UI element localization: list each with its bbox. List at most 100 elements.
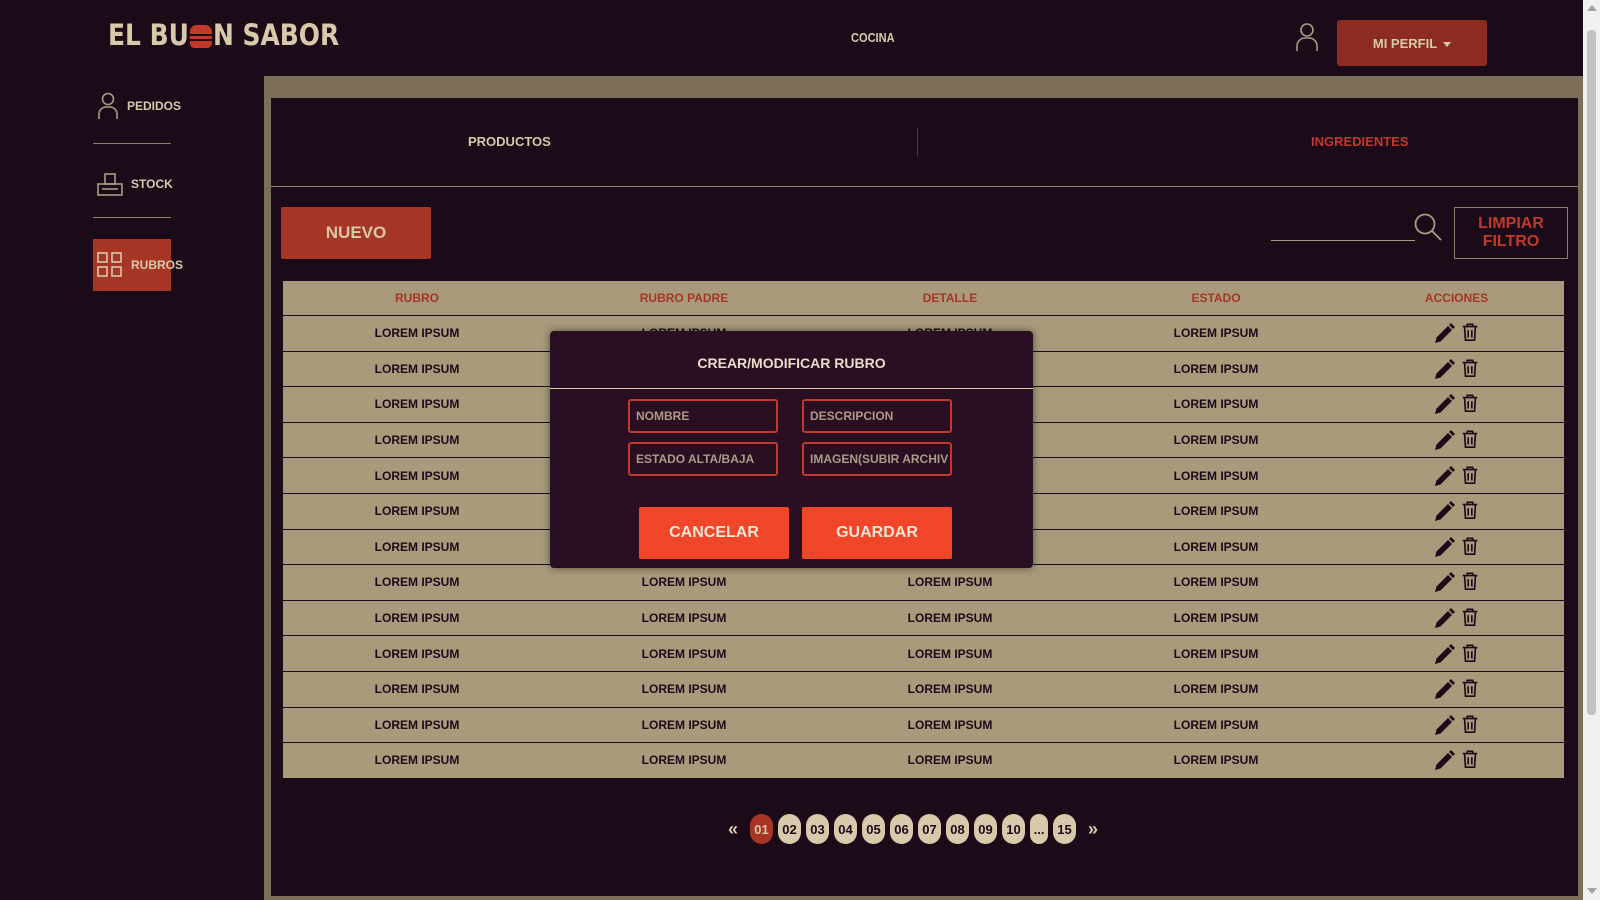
- new-button[interactable]: NUEVO: [281, 207, 431, 259]
- table-row[interactable]: LOREM IPSUM LOREM IPSUM LOREM IPSUM LOREM I…: [283, 743, 1564, 779]
- trash-icon[interactable]: [1460, 607, 1482, 629]
- sidebar-item-pedidos[interactable]: PEDIDOS: [93, 80, 181, 132]
- trash-icon[interactable]: [1460, 393, 1482, 415]
- page-button[interactable]: 09: [974, 814, 998, 844]
- trash-icon[interactable]: [1460, 714, 1482, 736]
- top-bar: EL BU N SABOR COCINA MI PERFIL: [0, 0, 1583, 76]
- edit-pencil-icon[interactable]: [1432, 429, 1455, 451]
- sidebar-item-label: RUBROS: [131, 258, 184, 272]
- modal-title: CREAR/MODIFICAR RUBRO: [550, 331, 1033, 389]
- cell-rubro: LOREM IPSUM: [374, 717, 460, 732]
- sidebar-divider: [93, 143, 171, 144]
- column-header-detalle[interactable]: DETALLE: [817, 281, 1083, 315]
- table-row[interactable]: LOREM IPSUM LOREM IPSUM LOREM IPSUM LOREM I…: [283, 636, 1564, 672]
- page-scrollbar[interactable]: [1583, 0, 1600, 900]
- row-actions: [1349, 708, 1564, 743]
- cell-detalle: LOREM IPSUM: [907, 611, 993, 626]
- row-actions: [1349, 672, 1564, 707]
- cell-rubro-padre: LOREM IPSUM: [641, 575, 727, 590]
- name-field[interactable]: [628, 399, 778, 433]
- prev-page-button[interactable]: «: [728, 819, 738, 840]
- table-row[interactable]: LOREM IPSUM LOREM IPSUM LOREM IPSUM LOREM I…: [283, 708, 1564, 744]
- sidebar-item-rubros[interactable]: RUBROS: [93, 239, 183, 291]
- save-button[interactable]: GUARDAR: [802, 507, 952, 559]
- row-actions: [1349, 316, 1564, 351]
- row-actions: [1349, 458, 1564, 493]
- row-actions: [1349, 352, 1564, 387]
- search-input[interactable]: [1271, 214, 1415, 241]
- trash-icon[interactable]: [1460, 500, 1482, 522]
- tab-divider: [917, 128, 918, 156]
- cell-rubro-padre: LOREM IPSUM: [641, 717, 727, 732]
- edit-pencil-icon[interactable]: [1432, 500, 1455, 522]
- user-icon[interactable]: [1295, 22, 1319, 52]
- page-button[interactable]: 03: [806, 814, 830, 844]
- column-header-rubro-padre[interactable]: RUBRO PADRE: [551, 281, 817, 315]
- table-header: RUBRO RUBRO PADRE DETALLE ESTADO ACCIONE…: [283, 281, 1564, 316]
- row-actions: [1349, 494, 1564, 529]
- scroll-down-icon[interactable]: [1587, 888, 1597, 894]
- cell-estado: LOREM IPSUM: [1173, 611, 1259, 626]
- edit-pencil-icon[interactable]: [1432, 643, 1455, 665]
- table-row[interactable]: LOREM IPSUM LOREM IPSUM LOREM IPSUM LOREM I…: [283, 601, 1564, 637]
- description-field[interactable]: [802, 399, 952, 433]
- profile-dropdown-button[interactable]: MI PERFIL: [1337, 20, 1487, 66]
- edit-pencil-icon[interactable]: [1432, 536, 1455, 558]
- sidebar-item-label: PEDIDOS: [127, 99, 182, 113]
- trash-icon[interactable]: [1460, 322, 1482, 344]
- edit-pencil-icon[interactable]: [1432, 571, 1455, 593]
- page-button[interactable]: 07: [918, 814, 942, 844]
- next-page-button[interactable]: »: [1088, 819, 1098, 840]
- table-row[interactable]: LOREM IPSUM LOREM IPSUM LOREM IPSUM LOREM I…: [283, 565, 1564, 601]
- scroll-up-icon[interactable]: [1587, 5, 1597, 11]
- edit-pencil-icon[interactable]: [1432, 465, 1455, 487]
- page-button[interactable]: 06: [890, 814, 914, 844]
- search-icon[interactable]: [1413, 212, 1443, 242]
- cancel-button[interactable]: CANCELAR: [639, 507, 789, 559]
- status-field[interactable]: [628, 442, 778, 476]
- page-button[interactable]: 10: [1002, 814, 1026, 844]
- trash-icon[interactable]: [1460, 571, 1482, 593]
- page-button[interactable]: 08: [946, 814, 970, 844]
- scroll-thumb[interactable]: [1587, 30, 1596, 715]
- tab-ingredientes[interactable]: INGREDIENTES: [1311, 134, 1409, 149]
- edit-pencil-icon[interactable]: [1432, 678, 1455, 700]
- nav-link-cocina[interactable]: COCINA: [851, 30, 895, 45]
- table-row[interactable]: LOREM IPSUM LOREM IPSUM LOREM IPSUM LOREM I…: [283, 672, 1564, 708]
- column-header-estado[interactable]: ESTADO: [1083, 281, 1349, 315]
- trash-icon[interactable]: [1460, 536, 1482, 558]
- edit-pencil-icon[interactable]: [1432, 393, 1455, 415]
- logo-text-right: N SABOR: [212, 18, 340, 52]
- cell-rubro: LOREM IPSUM: [374, 504, 460, 519]
- edit-pencil-icon[interactable]: [1432, 607, 1455, 629]
- cell-rubro: LOREM IPSUM: [374, 753, 460, 768]
- edit-pencil-icon[interactable]: [1432, 358, 1455, 380]
- caret-down-icon: [1443, 41, 1452, 47]
- trash-icon[interactable]: [1460, 429, 1482, 451]
- page-button[interactable]: 02: [778, 814, 802, 844]
- edit-pencil-icon[interactable]: [1432, 322, 1455, 344]
- tab-bar: PRODUCTOS INGREDIENTES: [271, 98, 1578, 187]
- trash-icon[interactable]: [1460, 358, 1482, 380]
- edit-pencil-icon[interactable]: [1432, 749, 1455, 771]
- cell-rubro: LOREM IPSUM: [374, 361, 460, 376]
- grid-icon: [97, 252, 123, 278]
- clear-filter-button[interactable]: LIMPIAR FILTRO: [1454, 207, 1568, 259]
- page-button[interactable]: 05: [862, 814, 886, 844]
- sidebar-item-stock[interactable]: STOCK: [93, 158, 173, 210]
- edit-pencil-icon[interactable]: [1432, 714, 1455, 736]
- page-ellipsis: ...: [1030, 814, 1049, 844]
- app-logo[interactable]: EL BU N SABOR: [108, 18, 339, 52]
- page-button[interactable]: 15: [1053, 814, 1077, 844]
- image-upload-field[interactable]: [802, 442, 952, 476]
- column-header-rubro[interactable]: RUBRO: [283, 281, 551, 315]
- trash-icon[interactable]: [1460, 465, 1482, 487]
- page-button[interactable]: 01: [750, 814, 774, 844]
- tab-productos[interactable]: PRODUCTOS: [468, 134, 551, 149]
- row-actions: [1349, 636, 1564, 671]
- page-list: 01 02 03 04 05 06 07 08 09 10... 15: [750, 814, 1077, 844]
- trash-icon[interactable]: [1460, 749, 1482, 771]
- page-button[interactable]: 04: [834, 814, 858, 844]
- trash-icon[interactable]: [1460, 678, 1482, 700]
- trash-icon[interactable]: [1460, 643, 1482, 665]
